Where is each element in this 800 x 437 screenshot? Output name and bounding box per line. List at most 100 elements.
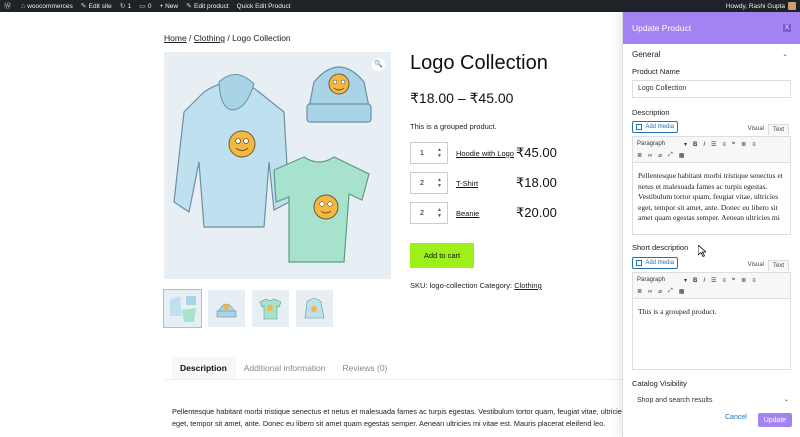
breadcrumb-home[interactable]: Home xyxy=(164,33,187,43)
edit-product-link[interactable]: ✎ Edit product xyxy=(186,2,229,11)
update-product-panel: Update Product X General ⌄ Product Name … xyxy=(622,12,800,437)
editor-toolbar: Paragraph ▾ BI ☰ ≡ ❝ ≣ ≡ ≣ ∞ ⌀ ⤢ ▦ xyxy=(633,137,790,163)
site-name-link[interactable]: ⌂ woocommerces xyxy=(21,3,73,10)
align-right-icon[interactable]: ≣ xyxy=(637,152,642,159)
align-right-icon[interactable]: ≣ xyxy=(637,288,642,295)
grouped-item-row: 1 ▲ ▼ Hoodie with Logo ₹45.00 xyxy=(410,142,570,164)
description-editor-content[interactable]: Pellentesque habitant morbi tristique se… xyxy=(633,163,790,235)
update-button[interactable]: Update xyxy=(758,413,792,427)
text-tab[interactable]: Text xyxy=(767,124,789,135)
quantity-input[interactable]: 2 ▲ ▼ xyxy=(410,172,448,194)
product-name-input[interactable]: Logo Collection xyxy=(632,80,791,98)
stepper-arrows-icon: ▲ ▼ xyxy=(437,147,442,159)
product-name-label: Product Name xyxy=(632,67,680,76)
dropdown-arrow-icon: ▾ xyxy=(683,278,687,284)
product-meta: SKU: logo-collection Category: Clothing xyxy=(410,281,542,290)
tab-additional-information[interactable]: Additional information xyxy=(236,357,335,379)
align-center-icon[interactable]: ≡ xyxy=(752,278,756,284)
bold-icon[interactable]: B xyxy=(693,278,697,284)
short-description-editor-content[interactable]: This is a grouped product. xyxy=(633,299,790,369)
fullscreen-icon[interactable]: ⤢ xyxy=(668,288,673,295)
link-icon[interactable]: ∞ xyxy=(648,289,652,295)
format-select[interactable]: Paragraph ▾ xyxy=(637,277,687,284)
add-media-button[interactable]: Add media xyxy=(632,257,678,269)
grouped-item-price: ₹45.00 xyxy=(516,145,557,160)
close-icon[interactable]: X xyxy=(783,24,791,32)
grouped-item-link[interactable]: Beanie xyxy=(456,209,508,218)
quick-edit-link[interactable]: Quick Edit Product xyxy=(237,3,291,10)
avatar xyxy=(788,2,796,10)
numbered-list-icon[interactable]: ≡ xyxy=(722,278,726,284)
grouped-item-row: 2 ▲ ▼ Beanie ₹20.00 xyxy=(410,202,570,224)
gallery-thumbnails xyxy=(163,289,333,328)
quantity-input[interactable]: 2 ▲ ▼ xyxy=(410,202,448,224)
thumbnail-4[interactable] xyxy=(296,290,333,327)
breadcrumb-category[interactable]: Clothing xyxy=(194,33,225,43)
link-icon[interactable]: ∞ xyxy=(648,153,652,159)
fullscreen-icon[interactable]: ⤢ xyxy=(668,152,673,159)
quantity-input[interactable]: 1 ▲ ▼ xyxy=(410,142,448,164)
visual-tab[interactable]: Visual xyxy=(744,124,768,135)
description-editor[interactable]: Paragraph ▾ BI ☰ ≡ ❝ ≣ ≡ ≣ ∞ ⌀ ⤢ ▦ Pellentesque… xyxy=(632,136,791,235)
zoom-icon[interactable]: 🔍 xyxy=(372,58,385,71)
wordpress-logo[interactable]: Ⓦ xyxy=(4,1,13,11)
short-description-label: Short description xyxy=(632,243,689,252)
visual-tab[interactable]: Visual xyxy=(744,260,768,271)
tab-description[interactable]: Description xyxy=(172,357,236,379)
unlink-icon[interactable]: ⌀ xyxy=(658,152,662,159)
grouped-item-price: ₹18.00 xyxy=(516,175,557,190)
thumbnail-image xyxy=(216,303,237,318)
add-media-button[interactable]: Add media xyxy=(632,121,678,133)
account-menu[interactable]: Howdy, Rashi Gupta xyxy=(726,2,796,10)
catalog-visibility-select[interactable]: Shop and search results ⌄ xyxy=(632,392,791,410)
add-to-cart-button[interactable]: Add to cart xyxy=(410,243,474,268)
italic-icon[interactable]: I xyxy=(703,142,705,148)
align-left-icon[interactable]: ≣ xyxy=(741,141,746,148)
grouped-item-link[interactable]: T-Shirt xyxy=(456,179,508,188)
numbered-list-icon[interactable]: ≡ xyxy=(722,142,726,148)
edit-site-link[interactable]: ✎ Edit site xyxy=(81,2,112,11)
chevron-down-icon[interactable]: ⌄ xyxy=(782,50,788,58)
product-long-description: Pellentesque habitant morbi tristique se… xyxy=(172,407,626,428)
grouped-products-table: 1 ▲ ▼ Hoodie with Logo ₹45.00 2 ▲ ▼ T-Shirt … xyxy=(410,142,570,232)
updates-icon: ↻ xyxy=(119,3,126,10)
quote-icon[interactable]: ❝ xyxy=(732,141,735,148)
thumbnail-1[interactable] xyxy=(163,289,202,328)
mouse-cursor-icon xyxy=(698,245,706,257)
bold-icon[interactable]: B xyxy=(693,142,697,148)
text-tab[interactable]: Text xyxy=(767,260,789,271)
cancel-button[interactable]: Cancel xyxy=(725,414,747,421)
toolbar-toggle-icon[interactable]: ▦ xyxy=(679,152,685,159)
align-center-icon[interactable]: ≡ xyxy=(752,142,756,148)
category-link[interactable]: Clothing xyxy=(514,281,542,290)
new-content-link[interactable]: + New xyxy=(160,3,179,10)
thumbnail-2[interactable] xyxy=(208,290,245,327)
tabs-divider xyxy=(164,379,622,380)
thumbnail-image xyxy=(170,296,196,322)
unlink-icon[interactable]: ⌀ xyxy=(658,288,662,295)
format-select[interactable]: Paragraph ▾ xyxy=(637,141,687,148)
panel-header: Update Product X xyxy=(623,12,800,44)
grouped-item-row: 2 ▲ ▼ T-Shirt ₹18.00 xyxy=(410,172,570,194)
comments-link[interactable]: ▭ 0 xyxy=(139,2,151,11)
stepper-arrows-icon: ▲ ▼ xyxy=(437,177,442,189)
bullet-list-icon[interactable]: ☰ xyxy=(711,277,716,284)
quote-icon[interactable]: ❝ xyxy=(732,277,735,284)
tab-reviews[interactable]: Reviews (0) xyxy=(335,357,397,379)
description-label: Description xyxy=(632,108,670,117)
catalog-visibility-label: Catalog Visibility xyxy=(632,379,687,388)
thumbnail-3[interactable] xyxy=(252,290,289,327)
admin-bar: Ⓦ ⌂ woocommerces ✎ Edit site ↻ 1 ▭ 0 + New ✎… xyxy=(0,0,800,12)
toolbar-toggle-icon[interactable]: ▦ xyxy=(679,288,685,295)
pencil-icon: ✎ xyxy=(186,3,192,10)
editor-mode-tabs: Visual Text xyxy=(744,124,789,135)
italic-icon[interactable]: I xyxy=(703,278,705,284)
product-illustration xyxy=(173,66,372,263)
grouped-item-link[interactable]: Hoodie with Logo xyxy=(456,149,514,158)
section-general[interactable]: General xyxy=(632,50,660,59)
bullet-list-icon[interactable]: ☰ xyxy=(711,141,716,148)
product-main-image[interactable]: 🔍 xyxy=(164,52,391,279)
short-description-editor[interactable]: Paragraph ▾ BI ☰ ≡ ❝ ≣ ≡ ≣ ∞ ⌀ ⤢ ▦ This is a gr… xyxy=(632,272,791,370)
updates-link[interactable]: ↻ 1 xyxy=(119,2,132,11)
align-left-icon[interactable]: ≣ xyxy=(741,277,746,284)
